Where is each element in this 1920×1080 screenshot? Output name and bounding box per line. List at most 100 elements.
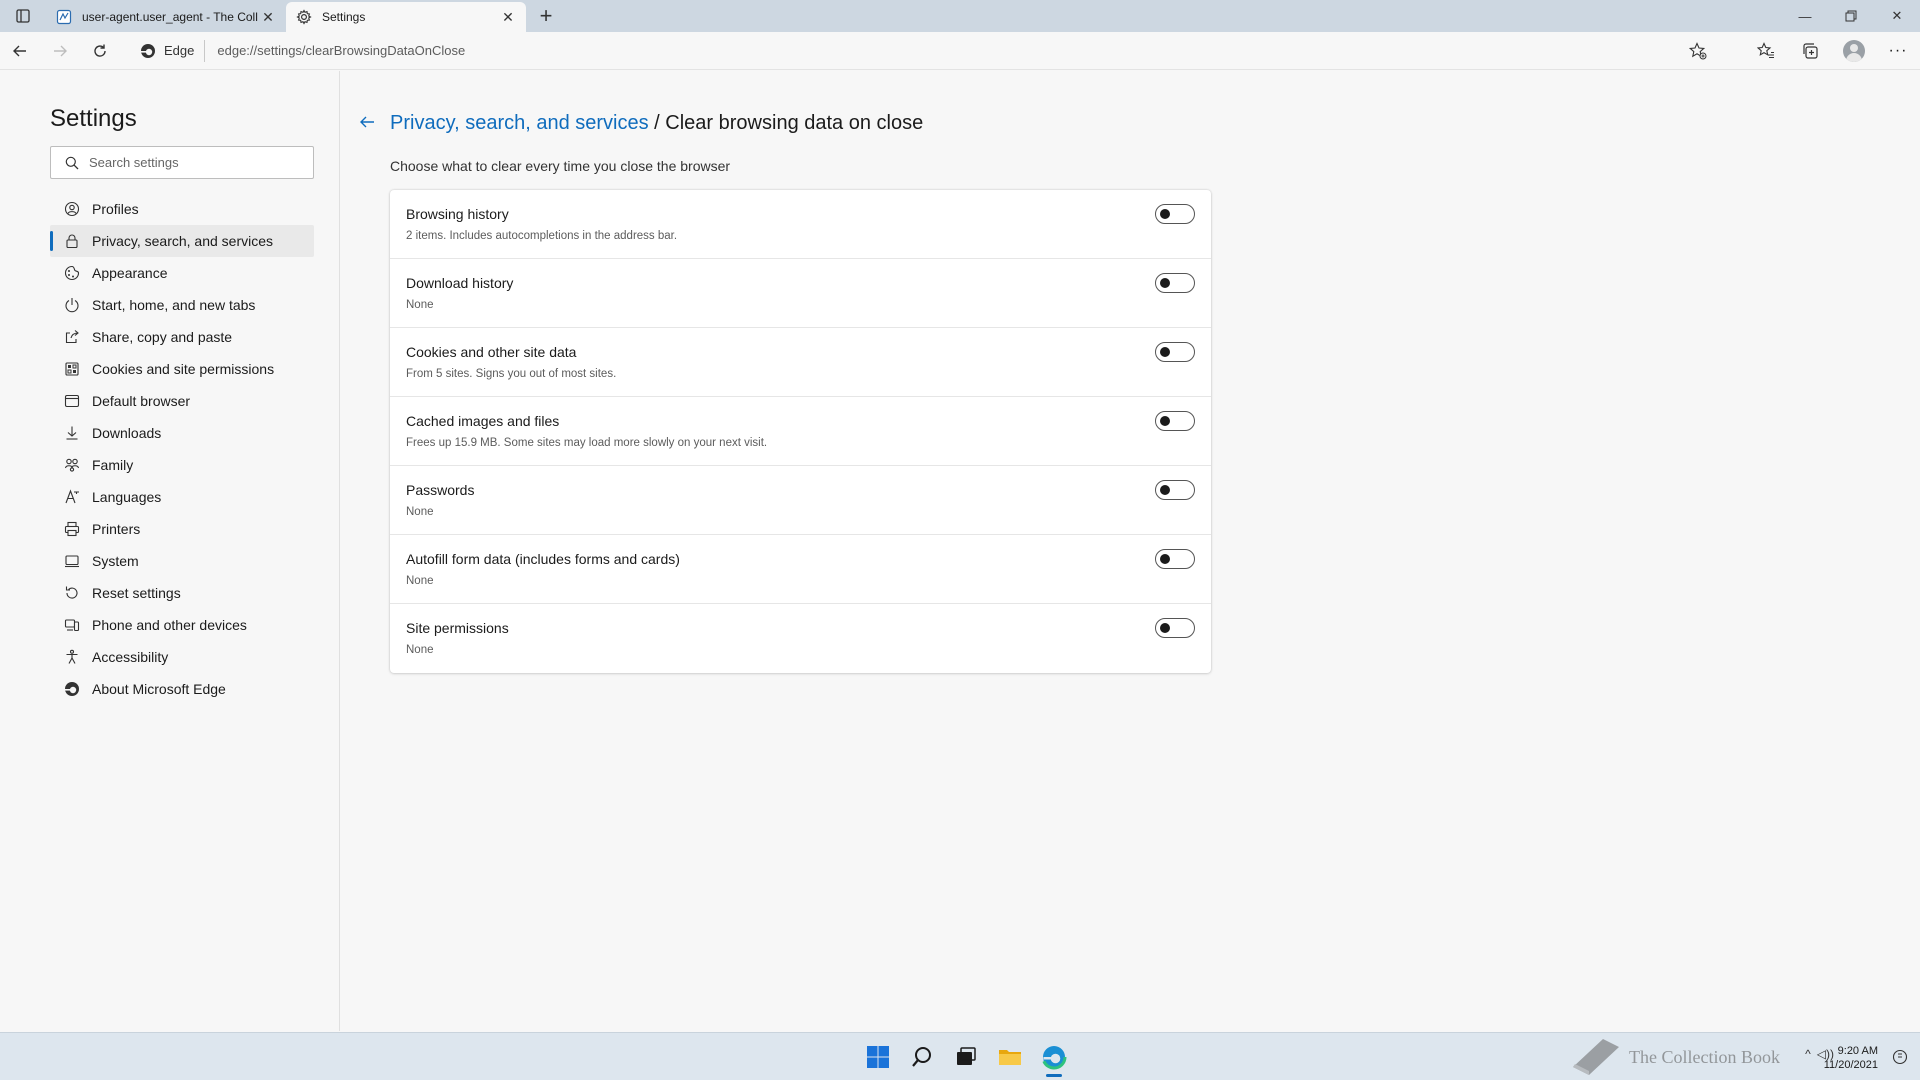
task-view-button[interactable] [944, 1035, 988, 1079]
option-description: Frees up 15.9 MB. Some sites may load mo… [406, 437, 768, 449]
sidebar-item-label: About Microsoft Edge [92, 681, 226, 697]
sidebar-item-label: Default browser [92, 393, 191, 409]
sidebar-item-accessibility[interactable]: Accessibility [50, 641, 314, 673]
restore-button[interactable] [1828, 0, 1874, 32]
page-subtitle: Choose what to clear every time you clos… [390, 158, 731, 174]
cookies-toggle[interactable] [1155, 342, 1195, 362]
sidebar-item-profiles[interactable]: Profiles [50, 193, 314, 225]
passwords-toggle[interactable] [1155, 480, 1195, 500]
back-button[interactable] [0, 35, 40, 67]
sidebar-item-label: Reset settings [92, 585, 181, 601]
back-to-privacy-button[interactable] [356, 111, 378, 133]
breadcrumb-privacy-link[interactable]: Privacy, search, and services [390, 112, 649, 134]
sidebar-item-label: Phone and other devices [92, 617, 247, 633]
settings-nav: Profiles Privacy, search, and services A… [50, 193, 314, 705]
option-title: Passwords [406, 482, 475, 498]
refresh-button[interactable] [80, 35, 120, 67]
system-icon [64, 553, 80, 569]
sidebar-item-label: Start, home, and new tabs [92, 297, 256, 313]
tab-settings[interactable]: Settings ✕ [286, 2, 526, 32]
search-settings-input[interactable] [89, 155, 289, 170]
sidebar-item-reset[interactable]: Reset settings [50, 577, 314, 609]
page-title: Privacy, search, and services / Clear br… [390, 112, 923, 135]
browsing-history-toggle[interactable] [1155, 204, 1195, 224]
download-history-toggle[interactable] [1155, 273, 1195, 293]
start-button[interactable] [856, 1035, 900, 1079]
sidebar-item-appearance[interactable]: Appearance [50, 257, 314, 289]
cookies-icon [64, 361, 80, 377]
forward-arrow-icon [54, 45, 67, 56]
tab-actions-icon [16, 9, 30, 23]
back-arrow-icon [13, 45, 26, 56]
option-row-autofill: Autofill form data (includes forms and c… [390, 535, 1211, 604]
sidebar-item-about[interactable]: About Microsoft Edge [50, 673, 314, 705]
option-row-cookies: Cookies and other site data From 5 sites… [390, 328, 1211, 397]
collections-icon [1803, 43, 1818, 59]
sidebar-item-system[interactable]: System [50, 545, 314, 577]
document-favicon-icon [56, 9, 72, 25]
close-window-button[interactable]: ✕ [1874, 0, 1920, 32]
site-info-chip[interactable]: Edge [132, 39, 206, 62]
taskbar-search-button[interactable] [900, 1035, 944, 1079]
add-favorite-button[interactable] [1686, 40, 1710, 62]
option-title: Site permissions [406, 620, 509, 636]
favorites-button[interactable] [1744, 35, 1788, 67]
sidebar-item-privacy[interactable]: Privacy, search, and services [50, 225, 314, 257]
autofill-toggle[interactable] [1155, 549, 1195, 569]
sidebar-item-share-copy[interactable]: Share, copy and paste [50, 321, 314, 353]
option-title: Browsing history [406, 206, 509, 222]
close-tab-icon[interactable]: ✕ [260, 9, 276, 25]
tab-actions-button[interactable] [0, 0, 46, 32]
edge-icon [64, 681, 80, 697]
forward-button[interactable] [40, 35, 80, 67]
sidebar-item-downloads[interactable]: Downloads [50, 417, 314, 449]
url-text[interactable]: edge://settings/clearBrowsingDataOnClose [217, 43, 465, 58]
settings-title: Settings [50, 105, 137, 132]
sidebar-item-family[interactable]: Family [50, 449, 314, 481]
minimize-button[interactable]: — [1782, 0, 1828, 32]
sidebar-item-printers[interactable]: Printers [50, 513, 314, 545]
back-arrow-icon [360, 116, 374, 128]
printer-icon [64, 521, 80, 537]
sidebar-item-cookies[interactable]: Cookies and site permissions [50, 353, 314, 385]
browser-icon [64, 393, 80, 409]
close-tab-icon[interactable]: ✕ [500, 9, 516, 25]
profile-button[interactable] [1832, 35, 1876, 67]
power-icon [64, 297, 80, 313]
tab-user-agent[interactable]: user-agent.user_agent - The Coll ✕ [46, 2, 286, 32]
option-description: None [406, 575, 434, 587]
tab-strip: user-agent.user_agent - The Coll ✕ Setti… [0, 0, 1920, 32]
settings-and-more-button[interactable]: ··· [1876, 35, 1920, 67]
cached-images-toggle[interactable] [1155, 411, 1195, 431]
phone-icon [64, 617, 80, 633]
sidebar-item-phone[interactable]: Phone and other devices [50, 609, 314, 641]
edge-taskbar-button[interactable] [1032, 1035, 1076, 1079]
sidebar-item-label: Family [92, 457, 134, 473]
watermark-text: The Collection Book [1629, 1046, 1780, 1067]
plus-icon: + [539, 3, 553, 28]
sidebar-item-label: System [92, 553, 139, 569]
favorites-icon [1757, 42, 1774, 59]
collections-button[interactable] [1788, 35, 1832, 67]
clock-date: 11/20/2021 [1823, 1059, 1878, 1071]
browser-toolbar: Edge edge://settings/clearBrowsingDataOn… [0, 32, 1920, 70]
clear-on-close-options: Browsing history 2 items. Includes autoc… [390, 190, 1211, 673]
search-settings-box[interactable] [50, 146, 314, 179]
sidebar-item-label: Downloads [92, 425, 162, 441]
notification-icon[interactable] [1892, 1049, 1908, 1065]
file-explorer-button[interactable] [988, 1035, 1032, 1079]
clock[interactable]: 9:20 AM 11/20/2021 [1824, 1044, 1878, 1072]
lock-icon [64, 233, 80, 249]
option-title: Autofill form data (includes forms and c… [406, 551, 680, 567]
address-bar[interactable]: Edge edge://settings/clearBrowsingDataOn… [132, 36, 1712, 66]
chevron-up-icon[interactable]: ^ [1805, 1047, 1811, 1061]
option-description: From 5 sites. Signs you out of most site… [406, 368, 617, 380]
sidebar-item-start-home[interactable]: Start, home, and new tabs [50, 289, 314, 321]
sidebar-item-default-browser[interactable]: Default browser [50, 385, 314, 417]
close-icon: ✕ [1891, 8, 1903, 23]
option-row-cached-images: Cached images and files Frees up 15.9 MB… [390, 397, 1211, 466]
site-permissions-toggle[interactable] [1155, 618, 1195, 638]
sidebar-item-languages[interactable]: Languages [50, 481, 314, 513]
refresh-icon [94, 44, 106, 57]
new-tab-button[interactable]: + [530, 0, 562, 32]
